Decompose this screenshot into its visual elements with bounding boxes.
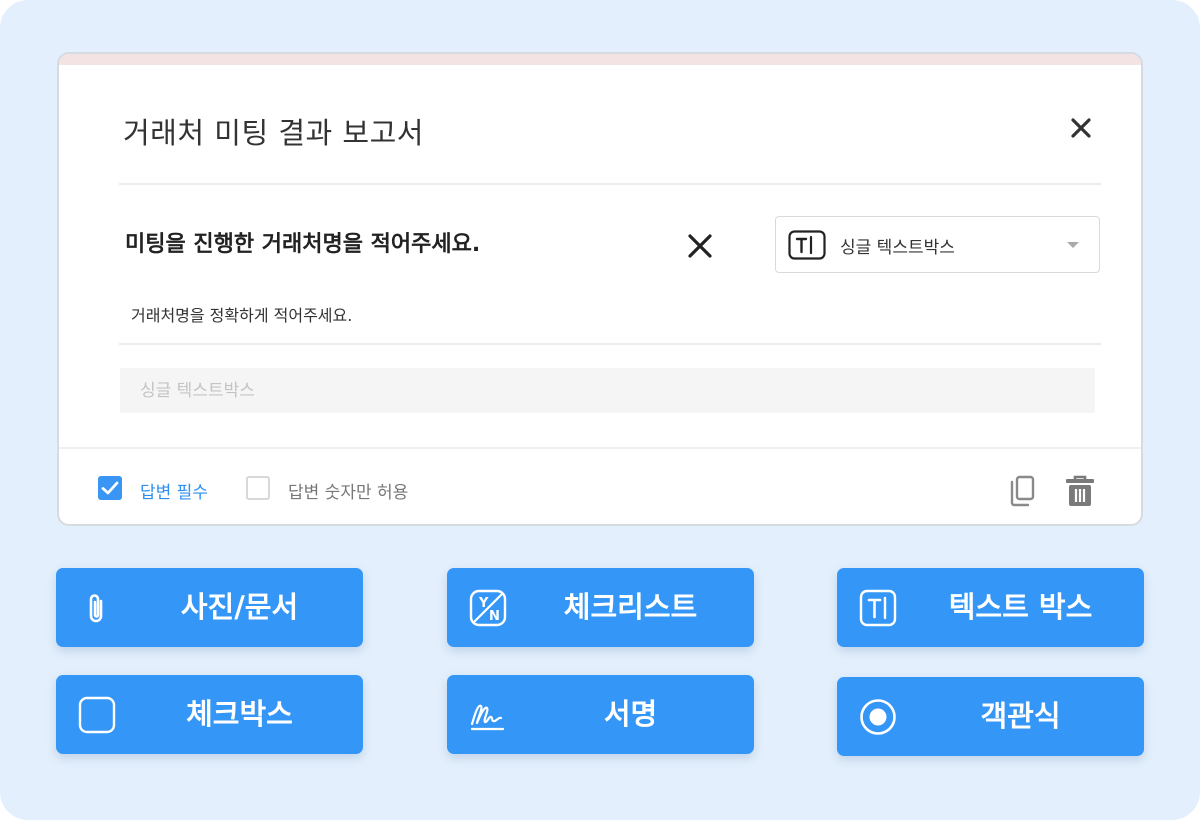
copy-icon[interactable] <box>1008 474 1036 508</box>
checkbox-checked-icon <box>98 476 122 500</box>
form-question-card: 거래처 미팅 결과 보고서 미팅을 진행한 거래처명을 적어주세요. 싱글 텍스… <box>57 52 1143 526</box>
tool-photo-document-button[interactable]: 사진/문서 <box>56 568 363 647</box>
tool-checklist-button[interactable]: Y N 체크리스트 <box>447 568 754 647</box>
canvas-background: 거래처 미팅 결과 보고서 미팅을 진행한 거래처명을 적어주세요. 싱글 텍스… <box>0 0 1200 820</box>
question-type-select[interactable]: 싱글 텍스트박스 <box>775 216 1100 273</box>
close-icon[interactable] <box>1067 114 1095 142</box>
form-title[interactable]: 거래처 미팅 결과 보고서 <box>123 110 424 152</box>
signature-icon <box>470 704 505 731</box>
chevron-down-icon <box>1067 242 1079 248</box>
tool-text-box-button[interactable]: 텍스트 박스 <box>837 568 1144 647</box>
svg-text:N: N <box>489 609 500 624</box>
numbers-only-checkbox[interactable]: 답변 숫자만 허용 <box>246 476 446 503</box>
text-box-icon <box>788 230 826 260</box>
question-title[interactable]: 미팅을 진행한 거래처명을 적어주세요. <box>125 226 480 258</box>
tool-multiple-choice-button[interactable]: 객관식 <box>837 677 1144 756</box>
tool-label: 사진/문서 <box>180 590 299 624</box>
trash-icon[interactable] <box>1064 474 1096 508</box>
checkbox-empty-icon <box>246 476 270 500</box>
question-description[interactable]: 거래처명을 정확하게 적어주세요. <box>131 302 352 326</box>
svg-text:Y: Y <box>478 596 489 611</box>
tool-label: 텍스트 박스 <box>948 590 1093 624</box>
tool-checkbox-button[interactable]: 체크박스 <box>56 675 363 754</box>
checkbox-icon <box>78 696 116 734</box>
card-top-bar <box>59 54 1141 65</box>
remove-question-icon[interactable] <box>686 232 714 260</box>
tool-label: 객관식 <box>980 699 1061 733</box>
tool-signature-button[interactable]: 서명 <box>447 675 754 754</box>
tool-label: 체크리스트 <box>563 590 698 624</box>
required-answer-label: 답변 필수 <box>140 483 208 503</box>
tool-label: 체크박스 <box>186 697 293 731</box>
question-type-label: 싱글 텍스트박스 <box>840 238 955 258</box>
tool-label: 서명 <box>603 697 658 731</box>
text-box-icon <box>859 589 897 627</box>
required-answer-checkbox[interactable]: 답변 필수 <box>98 476 238 503</box>
footer-divider <box>59 447 1141 449</box>
paperclip-icon <box>89 594 103 623</box>
title-divider <box>119 183 1101 185</box>
numbers-only-label: 답변 숫자만 허용 <box>288 483 409 503</box>
answer-input[interactable] <box>120 368 1095 413</box>
radio-icon <box>860 699 896 735</box>
yes-no-icon: Y N <box>469 589 507 627</box>
description-divider <box>119 343 1101 345</box>
